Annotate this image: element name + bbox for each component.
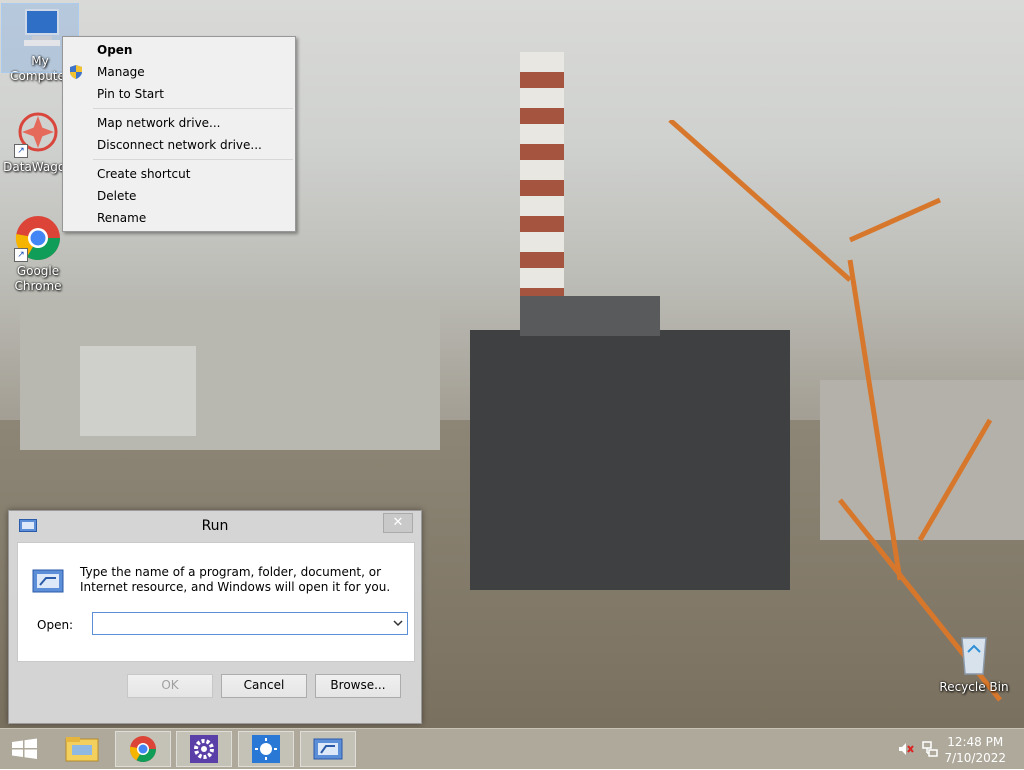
chrome-icon <box>129 736 157 763</box>
clock-time: 12:48 PM <box>947 735 1004 749</box>
shortcut-arrow-icon: ↗ <box>14 248 28 262</box>
datawagon-icon: ↗ <box>14 110 62 158</box>
run-dialog-body: Type the name of a program, folder, docu… <box>17 542 415 662</box>
desktop[interactable]: My Computer ↗ DataWagon ↗ Google Chrome <box>0 0 1024 728</box>
menu-item-manage[interactable]: Manage <box>63 61 295 83</box>
desktop-icon-label: My Computer <box>10 54 70 83</box>
menu-item-delete[interactable]: Delete <box>63 185 295 207</box>
menu-item-disconnect-network-drive[interactable]: Disconnect network drive... <box>63 134 295 156</box>
file-explorer-icon <box>65 737 99 762</box>
volume-muted-icon[interactable] <box>898 742 914 756</box>
menu-item-rename[interactable]: Rename <box>63 207 295 229</box>
menu-item-label: Manage <box>97 65 145 79</box>
chevron-down-icon[interactable] <box>392 616 404 630</box>
menu-item-map-network-drive[interactable]: Map network drive... <box>63 112 295 134</box>
cancel-button[interactable]: Cancel <box>221 674 307 698</box>
settings-icon <box>190 735 218 763</box>
menu-separator <box>93 108 293 109</box>
run-icon <box>19 519 37 532</box>
shortcut-arrow-icon: ↗ <box>14 144 28 158</box>
desktop-icon-label: Recycle Bin <box>939 680 1009 694</box>
chrome-icon: ↗ <box>14 214 62 262</box>
wallpaper-reactor-roof <box>520 296 660 336</box>
taskbar-weather[interactable] <box>238 731 294 767</box>
wallpaper-building-block <box>80 346 196 436</box>
taskbar-run[interactable] <box>300 731 356 767</box>
run-icon <box>313 738 343 760</box>
open-label: Open: <box>37 618 73 632</box>
taskbar-file-explorer[interactable] <box>54 731 110 767</box>
start-icon <box>12 738 37 759</box>
run-dialog-title: Run <box>201 518 229 534</box>
menu-separator <box>93 159 293 160</box>
clock-date: 7/10/2022 <box>944 751 1006 765</box>
ok-button[interactable]: OK <box>127 674 213 698</box>
close-icon: ✕ <box>392 515 404 530</box>
run-program-icon <box>32 569 64 593</box>
recycle-bin-desktop-icon[interactable]: Recycle Bin <box>936 630 1012 695</box>
browse-button[interactable]: Browse... <box>315 674 401 698</box>
menu-item-open[interactable]: Open <box>63 39 295 61</box>
recycle-bin-icon <box>950 630 998 678</box>
wallpaper-chimney <box>520 52 564 296</box>
network-icon[interactable] <box>922 741 938 757</box>
run-dialog-footer: OK Cancel Browse... <box>9 661 421 723</box>
taskbar: 12:48 PM 7/10/2022 <box>0 728 1024 769</box>
open-label-text: Open: <box>37 618 74 632</box>
run-dialog-description: Type the name of a program, folder, docu… <box>80 565 391 594</box>
uac-shield-icon <box>70 65 82 79</box>
desktop-icon-label: Google Chrome <box>14 264 62 293</box>
taskbar-settings[interactable] <box>176 731 232 767</box>
menu-item-create-shortcut[interactable]: Create shortcut <box>63 163 295 185</box>
start-button[interactable] <box>0 731 56 767</box>
run-dialog: Run ✕ Type the name of a program, folder… <box>8 510 422 724</box>
open-combobox[interactable] <box>92 612 408 635</box>
system-clock[interactable]: 12:48 PM 7/10/2022 <box>944 734 1006 766</box>
taskbar-chrome[interactable] <box>115 731 171 767</box>
run-command-input[interactable] <box>93 613 391 632</box>
run-dialog-titlebar[interactable]: Run ✕ <box>9 511 421 541</box>
weather-icon <box>252 735 280 763</box>
menu-item-pin-to-start[interactable]: Pin to Start <box>63 83 295 105</box>
close-button[interactable]: ✕ <box>383 513 413 533</box>
computer-icon <box>16 4 64 52</box>
context-menu: Open Manage Pin to Start Map network dri… <box>62 36 296 232</box>
